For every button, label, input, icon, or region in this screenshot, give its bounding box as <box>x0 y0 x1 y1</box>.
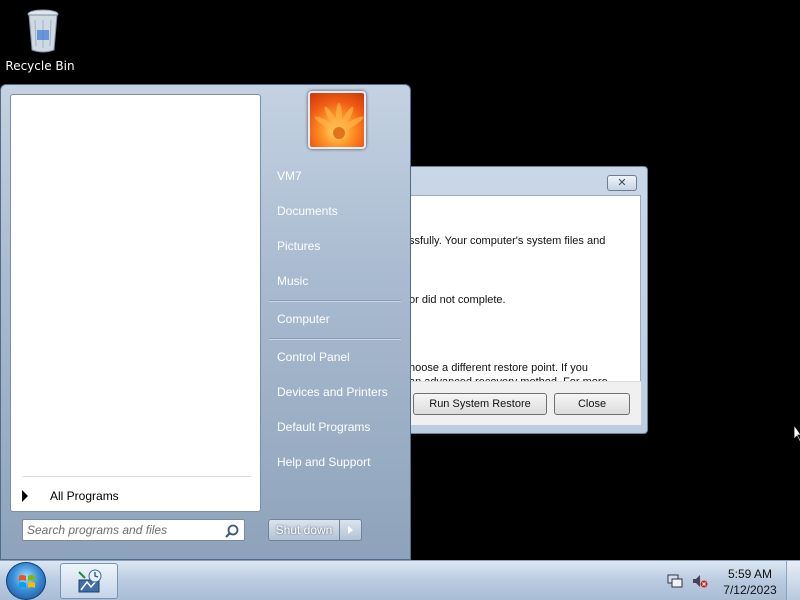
start-item-default-programs[interactable]: Default Programs <box>267 413 405 441</box>
dialog-close-button[interactable]: Close <box>554 393 630 415</box>
show-desktop-button[interactable] <box>786 561 800 600</box>
all-programs-item[interactable]: All Programs <box>19 484 255 508</box>
shutdown-button[interactable]: Shut down <box>268 519 340 541</box>
programs-divider <box>23 476 251 477</box>
start-item-user[interactable]: VM7 <box>267 162 405 190</box>
start-menu-divider <box>269 300 401 301</box>
start-item-pictures[interactable]: Pictures <box>267 232 405 260</box>
dialog-text-line: hoose a different restore point. If you <box>409 362 588 374</box>
dialog-close-x-button[interactable]: ✕ <box>607 175 637 191</box>
flower-picture-icon <box>314 103 364 139</box>
dialog-text-line: ssfully. Your computer's system files an… <box>409 235 606 247</box>
shutdown-options-button[interactable] <box>340 519 362 541</box>
search-input[interactable] <box>27 521 223 539</box>
start-item-computer[interactable]: Computer <box>267 305 405 333</box>
start-item-music[interactable]: Music <box>267 267 405 295</box>
recycle-bin-icon <box>27 9 59 53</box>
start-item-control-panel[interactable]: Control Panel <box>267 343 405 371</box>
search-icon[interactable] <box>224 523 240 539</box>
start-menu: All Programs VM7 Documents Pictures Musi… <box>0 84 411 560</box>
taskbar: 5:59 AM 7/12/2023 <box>0 560 800 600</box>
taskbar-clock[interactable]: 5:59 AM 7/12/2023 <box>714 566 786 598</box>
taskbar-system-restore-button[interactable] <box>60 563 118 599</box>
recycle-bin-shortcut[interactable]: Recycle Bin <box>4 6 76 76</box>
search-box[interactable] <box>22 519 245 541</box>
user-avatar[interactable] <box>308 91 366 149</box>
programs-pane: All Programs <box>10 94 261 512</box>
dialog-text-line: or did not complete. <box>409 294 506 306</box>
dialog-body: ssfully. Your computer's system files an… <box>409 195 641 403</box>
start-item-help-and-support[interactable]: Help and Support <box>267 448 405 476</box>
run-system-restore-button[interactable]: Run System Restore <box>413 393 547 415</box>
mouse-cursor-icon <box>793 424 800 443</box>
recycle-bin-label: Recycle Bin <box>5 59 75 73</box>
system-restore-dialog: ✕ ssfully. Your computer's system files … <box>408 166 648 434</box>
start-item-devices-and-printers[interactable]: Devices and Printers <box>267 378 405 406</box>
clock-time: 5:59 AM <box>727 567 773 581</box>
start-button[interactable] <box>6 562 46 600</box>
system-restore-icon <box>78 569 102 593</box>
network-icon[interactable] <box>667 573 683 589</box>
windows-logo-icon <box>19 575 35 588</box>
start-item-documents[interactable]: Documents <box>267 197 405 225</box>
volume-muted-icon[interactable] <box>692 573 708 589</box>
triangle-right-icon <box>22 490 28 502</box>
start-menu-divider <box>269 338 401 339</box>
clock-date: 7/12/2023 <box>723 583 777 597</box>
chevron-right-icon <box>348 526 353 534</box>
all-programs-label: All Programs <box>50 489 119 503</box>
